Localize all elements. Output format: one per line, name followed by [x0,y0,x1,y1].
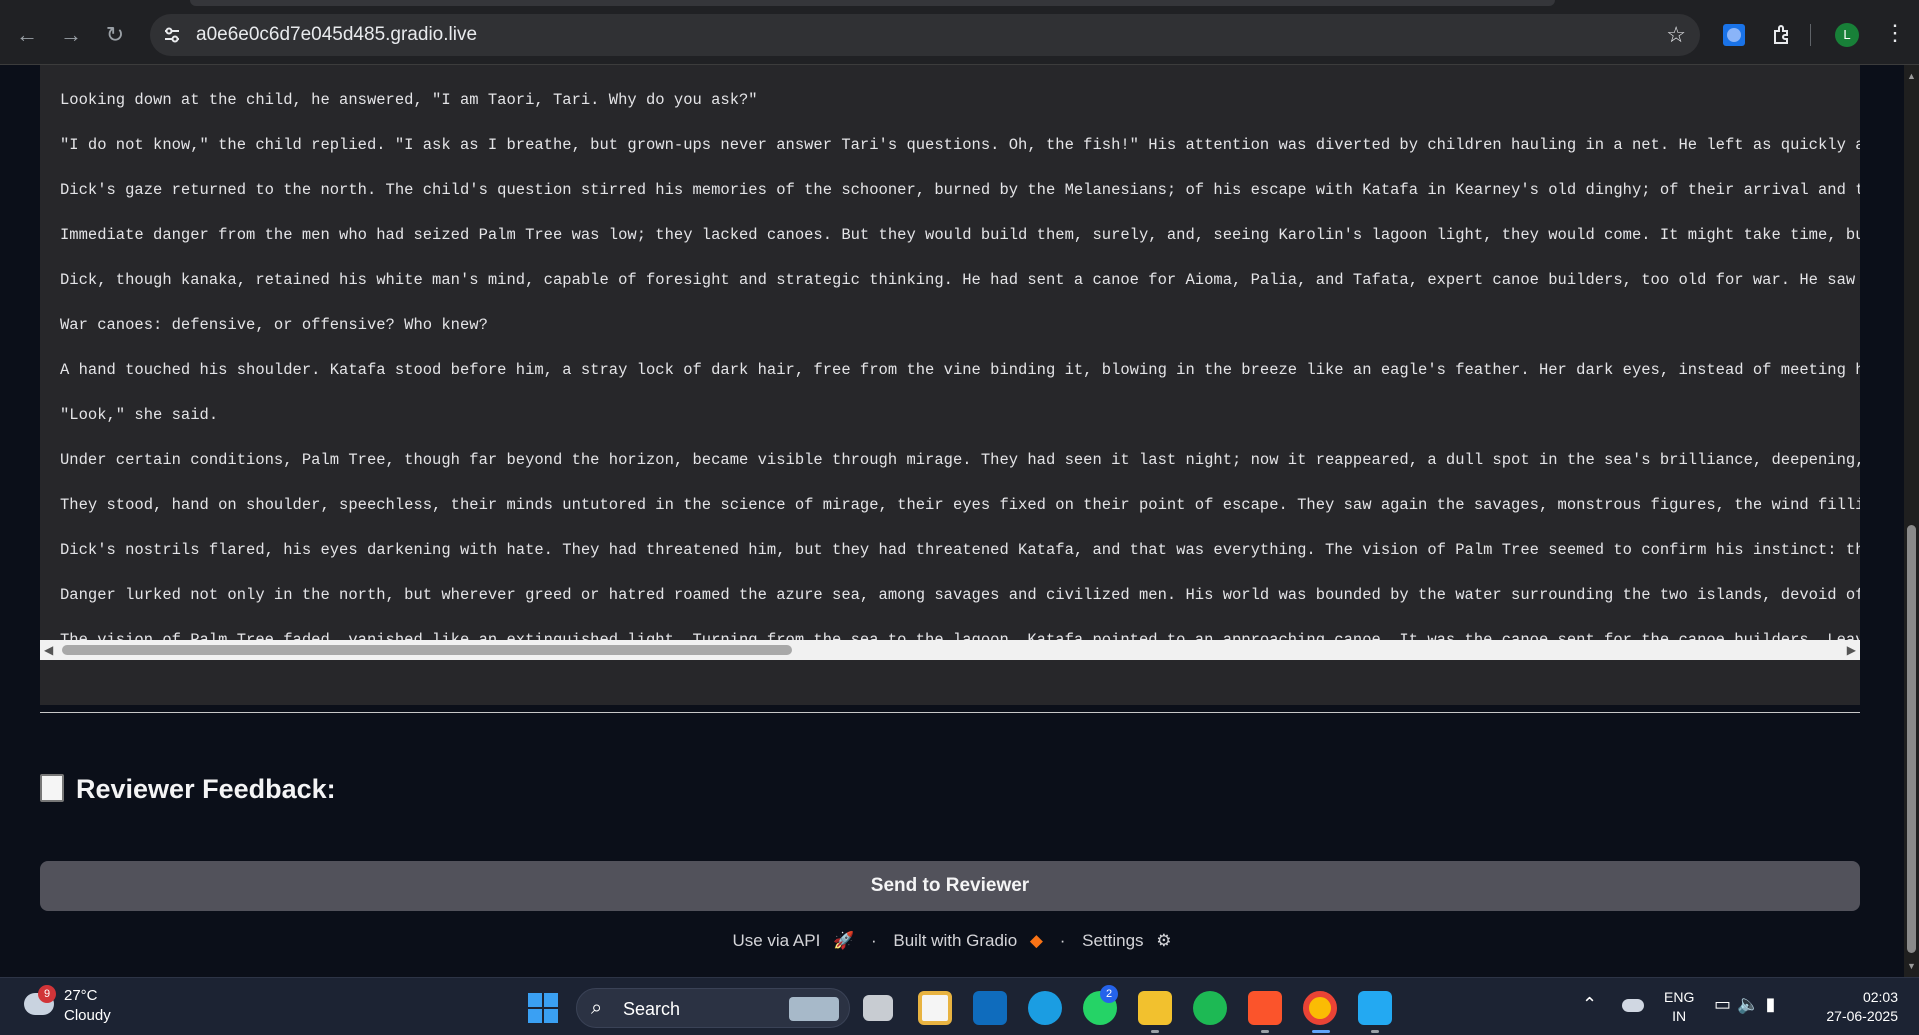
windows-start-icon[interactable] [528,993,558,1023]
use-via-api-link[interactable]: Use via API 🚀 [728,931,858,950]
story-line: Dick's gaze returned to the north. The c… [60,181,1860,199]
story-line: War canoes: defensive, or offensive? Who… [60,316,488,334]
story-line: "I do not know," the child replied. "I a… [60,136,1860,154]
extension-globe-icon[interactable] [1722,23,1746,47]
gradio-page: Looking down at the child, he answered, … [0,65,1904,977]
scroll-down-icon[interactable]: ▼ [1907,961,1916,971]
back-icon[interactable]: ← [12,20,42,50]
clock[interactable]: 02:03 27-06-2025 [1818,988,1898,1026]
running-indicator [1261,1030,1269,1033]
horizontal-scroll-thumb[interactable] [62,645,792,655]
feedback-heading: Reviewer Feedback: [40,774,336,805]
send-to-reviewer-button[interactable]: Send to Reviewer [40,861,1860,911]
scroll-up-icon[interactable]: ▲ [1907,71,1916,81]
clock-time: 02:03 [1862,989,1898,1005]
story-line: Danger lurked not only in the north, but… [60,586,1860,604]
running-indicator [1371,1030,1379,1033]
site-info-icon[interactable] [162,25,182,45]
story-text: Looking down at the child, he answered, … [60,78,1860,663]
browser-toolbar: ← → ↻ a0e6e0c6d7e045d485.gradio.live ☆ L… [0,0,1919,65]
battery-icon[interactable]: ▮ [1765,994,1781,1014]
story-line: Looking down at the child, he answered, … [60,91,758,109]
running-indicator [1151,1030,1159,1033]
edge-icon[interactable] [1028,991,1062,1025]
outlook-icon[interactable] [973,991,1007,1025]
scroll-left-icon[interactable]: ◀ [44,643,53,657]
scroll-icon [40,774,64,802]
horizontal-scrollbar[interactable]: ◀ ▶ [40,640,1860,660]
taskbar-search[interactable]: ⌕ Search [576,988,850,1028]
tab-strip [0,0,1919,8]
vertical-scroll-thumb[interactable] [1907,525,1916,953]
built-with-gradio-link[interactable]: Built with Gradio ◆ [889,931,1047,950]
story-line: A hand touched his shoulder. Katafa stoo… [60,361,1860,379]
search-highlight-image [789,997,839,1021]
file-explorer-icon[interactable] [1138,991,1172,1025]
vscode-icon[interactable] [1358,991,1392,1025]
chevron-up-icon[interactable]: ⌃ [1582,994,1597,1015]
story-line: Dick's nostrils flared, his eyes darkeni… [60,541,1860,559]
clock-date: 27-06-2025 [1826,1008,1898,1024]
footer-separator: · [1059,931,1066,950]
forward-icon[interactable]: → [56,20,86,50]
gradio-footer: Use via API 🚀 · Built with Gradio ◆ · Se… [0,931,1904,951]
story-line: "Look," she said. [60,406,219,424]
toolbar-separator [1810,24,1811,46]
active-indicator [1312,1030,1330,1033]
url-text[interactable]: a0e6e0c6d7e045d485.gradio.live [196,14,477,56]
section-divider [40,712,1860,713]
gear-icon: ⚙ [1156,931,1172,950]
language-code: ENG [1664,989,1695,1005]
story-line: They stood, hand on shoulder, speechless… [60,496,1860,514]
extensions-puzzle-icon[interactable] [1770,23,1794,47]
active-tab[interactable] [190,0,1555,6]
reload-icon[interactable]: ↻ [100,20,130,50]
built-label[interactable]: Built with Gradio [893,931,1017,950]
region-code: IN [1672,1008,1687,1024]
settings-label[interactable]: Settings [1082,931,1143,950]
api-label[interactable]: Use via API [732,931,820,950]
vertical-scrollbar[interactable]: ▲ ▼ [1904,65,1919,977]
profile-avatar[interactable]: L [1835,23,1859,47]
chrome-icon[interactable] [1303,991,1337,1025]
brave-icon[interactable] [1248,991,1282,1025]
story-output-box: Looking down at the child, he answered, … [40,65,1860,705]
microsoft-store-icon[interactable] [918,991,952,1025]
language-indicator[interactable]: ENG IN [1664,988,1694,1026]
feedback-title-text: Reviewer Feedback: [76,774,336,804]
weather-badge: 9 [38,985,56,1003]
volume-icon[interactable]: 🔈 [1737,994,1765,1014]
story-line: Under certain conditions, Palm Tree, tho… [60,451,1860,469]
system-tray-icons[interactable]: ▭🔈▮ [1714,994,1781,1015]
onedrive-icon[interactable] [1622,999,1644,1012]
rocket-icon: 🚀 [833,931,855,950]
weather-temperature[interactable]: 27°C [64,987,98,1004]
search-label: Search [623,999,681,1019]
search-icon: ⌕ [591,997,603,1019]
weather-condition[interactable]: Cloudy [64,1007,111,1024]
story-line: Immediate danger from the men who had se… [60,226,1860,244]
task-view-icon[interactable] [863,995,893,1021]
settings-link[interactable]: Settings ⚙ [1078,931,1175,950]
more-menu-icon[interactable]: ⋮ [1884,20,1906,46]
spotify-icon[interactable] [1193,991,1227,1025]
scroll-right-icon[interactable]: ▶ [1847,643,1856,657]
whatsapp-badge: 2 [1100,985,1118,1003]
story-line: Dick, though kanaka, retained his white … [60,271,1860,289]
bookmark-star-icon[interactable]: ☆ [1666,22,1686,48]
network-icon[interactable]: ▭ [1714,994,1737,1014]
footer-separator: · [870,931,877,950]
address-bar[interactable]: a0e6e0c6d7e045d485.gradio.live ☆ [150,14,1700,56]
gradio-logo-icon: ◆ [1029,931,1043,950]
windows-taskbar: 9 27°C Cloudy ⌕ Search 2 ⌃ ENG IN ▭🔈▮ 02… [0,977,1919,1035]
